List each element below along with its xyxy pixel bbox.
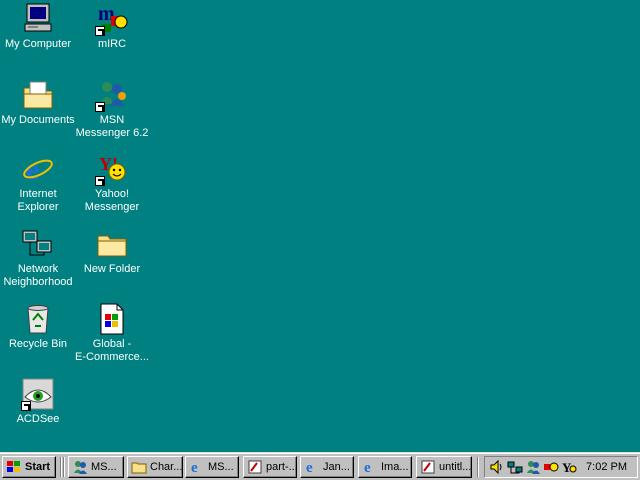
desktop-icon-yahoo-messenger[interactable]: Y! Yahoo! Messenger xyxy=(74,152,150,214)
desktop-icon-new-folder[interactable]: New Folder xyxy=(74,227,150,276)
my-computer-icon xyxy=(21,2,55,36)
taskbar-button-paint-part[interactable]: part-... xyxy=(243,456,297,478)
taskbar-divider xyxy=(477,457,479,477)
internet-explorer-icon: e xyxy=(21,152,55,186)
internet-explorer-icon: e xyxy=(189,459,205,475)
shortcut-arrow-icon xyxy=(95,176,105,186)
desktop-icon-label: My Computer xyxy=(4,38,72,50)
desktop-icon-msn-messenger[interactable]: MSN Messenger 6.2 xyxy=(74,78,150,140)
desktop-icon-internet-explorer[interactable]: e Internet Explorer xyxy=(0,152,76,214)
mirc-icon: m xyxy=(95,2,129,36)
volume-icon[interactable] xyxy=(489,459,505,475)
msn-messenger-icon xyxy=(95,78,129,112)
msn-tray-icon[interactable] xyxy=(525,459,541,475)
mirc-tray-icon[interactable] xyxy=(543,459,559,475)
start-label: Start xyxy=(25,461,51,473)
desktop-icon-global-ecommerce[interactable]: Global - E-Commerce... xyxy=(74,302,150,364)
desktop-icon-acdsee[interactable]: ACDSee xyxy=(0,377,76,426)
network-neighborhood-icon xyxy=(21,227,55,261)
desktop-icon-my-documents[interactable]: My Documents xyxy=(0,78,76,127)
desktop: My Computer m mIRC My Documents MSN Mess… xyxy=(0,0,640,452)
folder-icon xyxy=(131,459,147,475)
taskbar-button-ms-ie[interactable]: e MS... xyxy=(185,456,239,478)
recycle-bin-icon xyxy=(21,302,55,336)
desktop-icon-label: Internet Explorer xyxy=(17,188,59,213)
taskbar-button-msn[interactable]: MS... xyxy=(68,456,124,478)
network-icon[interactable] xyxy=(507,459,523,475)
taskbar-button-paint-untitled[interactable]: untitl... xyxy=(416,456,472,478)
desktop-icon-label: mIRC xyxy=(97,38,127,50)
windows-logo-icon xyxy=(6,459,22,475)
svg-text:e: e xyxy=(191,460,198,475)
shortcut-arrow-icon xyxy=(95,102,105,112)
msn-messenger-icon xyxy=(72,459,88,475)
taskbar-button-label: Char... xyxy=(150,461,183,473)
acdsee-icon xyxy=(21,377,55,411)
taskbar-divider xyxy=(63,457,65,477)
clock[interactable]: 7:02 PM xyxy=(586,461,627,473)
taskbar-divider xyxy=(60,457,62,477)
yahoo-tray-icon[interactable]: Y xyxy=(561,459,577,475)
svg-text:e: e xyxy=(306,460,313,475)
desktop-icon-label: ACDSee xyxy=(16,413,60,425)
desktop-icon-label: Network Neighborhood xyxy=(3,263,73,288)
desktop-icon-network-neighborhood[interactable]: Network Neighborhood xyxy=(0,227,76,289)
desktop-icon-label: Global - E-Commerce... xyxy=(75,338,149,363)
shortcut-arrow-icon xyxy=(21,401,31,411)
desktop-icon-label: Recycle Bin xyxy=(8,338,68,350)
folder-icon xyxy=(95,227,129,261)
taskbar-button-label: MS... xyxy=(208,461,234,473)
yahoo-messenger-icon: Y! xyxy=(95,152,129,186)
taskbar-button-ie-jan[interactable]: e Jan... xyxy=(300,456,354,478)
internet-explorer-icon: e xyxy=(304,459,320,475)
paint-icon xyxy=(247,459,263,475)
taskbar-button-label: Ima... xyxy=(381,461,409,473)
document-icon xyxy=(95,302,129,336)
taskbar: Start MS... Char... e MS... part-... e J… xyxy=(0,452,640,480)
desktop-icon-label: MSN Messenger 6.2 xyxy=(75,114,149,139)
taskbar-button-label: untitl... xyxy=(439,461,472,473)
svg-text:e: e xyxy=(364,460,371,475)
taskbar-button-label: Jan... xyxy=(323,461,350,473)
system-tray: Y 7:02 PM xyxy=(484,456,638,478)
taskbar-button-label: MS... xyxy=(91,461,117,473)
desktop-icon-mirc[interactable]: m mIRC xyxy=(74,2,150,51)
taskbar-button-label: part-... xyxy=(266,461,297,473)
desktop-icon-recycle-bin[interactable]: Recycle Bin xyxy=(0,302,76,351)
taskbar-button-char[interactable]: Char... xyxy=(127,456,183,478)
my-documents-icon xyxy=(21,78,55,112)
desktop-icon-label: Yahoo! Messenger xyxy=(84,188,140,213)
desktop-icon-label: New Folder xyxy=(83,263,141,275)
paint-icon xyxy=(420,459,436,475)
start-button[interactable]: Start xyxy=(2,456,56,478)
shortcut-arrow-icon xyxy=(95,26,105,36)
desktop-icon-label: My Documents xyxy=(1,114,75,126)
internet-explorer-icon: e xyxy=(362,459,378,475)
desktop-icon-my-computer[interactable]: My Computer xyxy=(0,2,76,51)
taskbar-button-ie-ima[interactable]: e Ima... xyxy=(358,456,412,478)
